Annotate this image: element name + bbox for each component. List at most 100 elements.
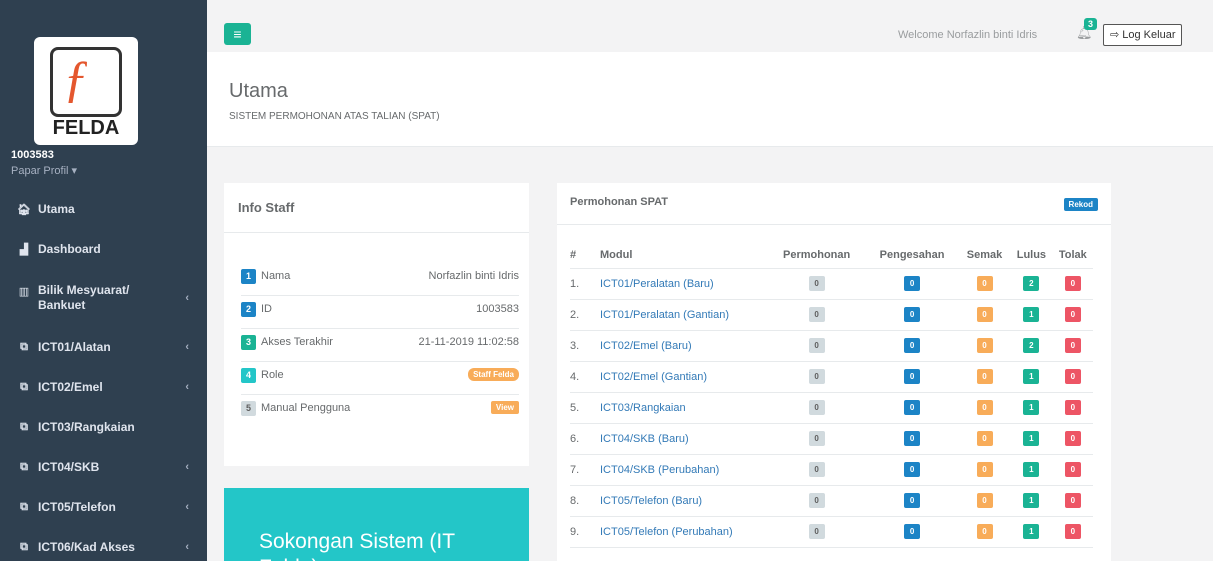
lulus-count: 2 bbox=[1023, 338, 1040, 353]
table-header-row: # Modul Permohonan Pengesahan Semak Lulu… bbox=[570, 243, 1093, 269]
menu-toggle-button[interactable]: ≡ bbox=[224, 23, 251, 45]
row-number: 7. bbox=[570, 454, 600, 486]
lulus-count: 1 bbox=[1023, 400, 1040, 415]
sidebar-nav: 🏠︎ Utama ▟ Dashboard ▥ Bilik Mesyuarat/ … bbox=[0, 189, 207, 561]
home-icon: 🏠︎ bbox=[17, 203, 31, 216]
clone-icon: ⧉ bbox=[20, 420, 28, 433]
column-header: Pengesahan bbox=[865, 243, 959, 269]
lulus-count: 1 bbox=[1023, 524, 1040, 539]
tolak-count: 0 bbox=[1064, 524, 1081, 539]
modul-link[interactable]: ICT03/Rangkaian bbox=[600, 392, 768, 424]
table-row: 9. ICT05/Telefon (Perubahan) 0 0 0 1 0 bbox=[570, 516, 1093, 548]
modul-link[interactable]: ICT01/Peralatan (Gantian) bbox=[600, 299, 768, 331]
tolak-count: 0 bbox=[1064, 369, 1081, 384]
semak-count: 0 bbox=[976, 524, 993, 539]
info-label: Akses Terakhir bbox=[261, 336, 333, 348]
rekod-button[interactable]: Rekod bbox=[1063, 198, 1098, 211]
building-icon: ▥ bbox=[18, 286, 30, 298]
semak-count: 0 bbox=[976, 307, 993, 322]
permohonan-count: 0 bbox=[808, 307, 825, 322]
spat-table: # Modul Permohonan Pengesahan Semak Lulu… bbox=[570, 243, 1093, 548]
chevron-left-icon: ‹ bbox=[185, 341, 189, 353]
permohonan-count: 0 bbox=[808, 338, 825, 353]
tolak-count: 0 bbox=[1064, 493, 1081, 508]
info-staff-title: Info Staff bbox=[224, 183, 529, 233]
modul-link[interactable]: ICT01/Peralatan (Baru) bbox=[600, 268, 768, 300]
table-row: 3. ICT02/Emel (Baru) 0 0 0 2 0 bbox=[570, 330, 1093, 362]
row-number-badge: 3 bbox=[241, 335, 256, 350]
info-row-id: 2 ID 1003583 bbox=[241, 296, 519, 329]
welcome-text: Welcome Norfazlin binti Idris bbox=[898, 29, 1038, 41]
sidebar-item-label: ICT04/SKB bbox=[38, 460, 100, 474]
lulus-count: 1 bbox=[1023, 431, 1040, 446]
pengesahan-count: 0 bbox=[904, 338, 921, 353]
column-header: Tolak bbox=[1052, 243, 1093, 269]
table-row: 8. ICT05/Telefon (Baru) 0 0 0 1 0 bbox=[570, 485, 1093, 517]
clone-icon: ⧉ bbox=[20, 540, 28, 553]
lulus-count: 1 bbox=[1023, 369, 1040, 384]
lulus-count: 1 bbox=[1023, 493, 1040, 508]
info-value: 21-11-2019 11:02:58 bbox=[418, 336, 519, 348]
pengesahan-count: 0 bbox=[904, 276, 921, 291]
info-row-manual: 5 Manual Pengguna View bbox=[241, 395, 519, 428]
lulus-count: 1 bbox=[1023, 462, 1040, 477]
pengesahan-count: 0 bbox=[904, 493, 921, 508]
sidebar-item-ict06[interactable]: ⧉ ICT06/Kad Akses ‹ bbox=[0, 527, 207, 561]
modul-link[interactable]: ICT05/Telefon (Baru) bbox=[600, 485, 768, 517]
logout-button[interactable]: ⇨ Log Keluar bbox=[1103, 24, 1183, 46]
sidebar-item-label: Dashboard bbox=[38, 242, 101, 256]
modul-link[interactable]: ICT04/SKB (Perubahan) bbox=[600, 454, 768, 486]
tolak-count: 0 bbox=[1064, 462, 1081, 477]
lulus-count: 1 bbox=[1023, 307, 1040, 322]
modul-link[interactable]: ICT02/Emel (Gantian) bbox=[600, 361, 768, 393]
view-manual-button[interactable]: View bbox=[490, 401, 519, 414]
sidebar-item-bilik-mesyuarat[interactable]: ▥ Bilik Mesyuarat/ Bankuet ‹ bbox=[0, 269, 207, 327]
pengesahan-count: 0 bbox=[904, 431, 921, 446]
clone-icon: ⧉ bbox=[20, 500, 28, 513]
row-number-badge: 4 bbox=[241, 368, 256, 383]
permohonan-count: 0 bbox=[808, 369, 825, 384]
page-subtitle: SISTEM PERMOHONAN ATAS TALIAN (SPAT) bbox=[229, 111, 440, 122]
table-row: 5. ICT03/Rangkaian 0 0 0 1 0 bbox=[570, 392, 1093, 424]
semak-count: 0 bbox=[976, 369, 993, 384]
sidebar-item-ict02[interactable]: ⧉ ICT02/Emel ‹ bbox=[0, 367, 207, 407]
modul-link[interactable]: ICT02/Emel (Baru) bbox=[600, 330, 768, 362]
chevron-left-icon: ‹ bbox=[185, 381, 189, 393]
sidebar-item-label: ICT01/Alatan bbox=[38, 340, 111, 354]
sidebar-item-dashboard[interactable]: ▟ Dashboard bbox=[0, 229, 207, 269]
info-staff-list: 1 Nama Norfazlin binti Idris 2 ID 100358… bbox=[241, 263, 519, 428]
felda-logo[interactable]: ƒ FELDA bbox=[34, 37, 138, 145]
sidebar: ƒ FELDA 1003583 Papar Profil ▾ 🏠︎ Utama … bbox=[0, 0, 207, 561]
sidebar-item-ict01[interactable]: ⧉ ICT01/Alatan ‹ bbox=[0, 327, 207, 367]
spat-panel: Permohonan SPAT Rekod # Modul Permohonan… bbox=[557, 183, 1111, 561]
sidebar-item-label: ICT05/Telefon bbox=[38, 500, 116, 514]
column-header: Lulus bbox=[1010, 243, 1053, 269]
sidebar-item-utama[interactable]: 🏠︎ Utama bbox=[0, 189, 207, 229]
modul-link[interactable]: ICT05/Telefon (Perubahan) bbox=[600, 516, 768, 548]
permohonan-count: 0 bbox=[808, 462, 825, 477]
profile-dropdown-link[interactable]: Papar Profil ▾ bbox=[11, 164, 77, 177]
row-number: 3. bbox=[570, 330, 600, 362]
info-value: 1003583 bbox=[476, 303, 519, 315]
page-title: Utama bbox=[229, 80, 288, 102]
modul-link[interactable]: ICT04/SKB (Baru) bbox=[600, 423, 768, 455]
sidebar-item-ict04[interactable]: ⧉ ICT04/SKB ‹ bbox=[0, 447, 207, 487]
info-label: Manual Pengguna bbox=[261, 402, 351, 414]
tolak-count: 0 bbox=[1064, 431, 1081, 446]
sidebar-item-ict05[interactable]: ⧉ ICT05/Telefon ‹ bbox=[0, 487, 207, 527]
sidebar-item-label: ICT02/Emel bbox=[38, 380, 103, 394]
row-number: 6. bbox=[570, 423, 600, 455]
permohonan-count: 0 bbox=[808, 493, 825, 508]
spat-title: Permohonan SPAT bbox=[570, 196, 668, 208]
row-number: 2. bbox=[570, 299, 600, 331]
semak-count: 0 bbox=[976, 400, 993, 415]
table-row: 4. ICT02/Emel (Gantian) 0 0 0 1 0 bbox=[570, 361, 1093, 393]
tolak-count: 0 bbox=[1064, 400, 1081, 415]
notification-count-badge: 3 bbox=[1084, 18, 1098, 30]
info-staff-panel: Info Staff 1 Nama Norfazlin binti Idris … bbox=[224, 183, 529, 466]
semak-count: 0 bbox=[976, 462, 993, 477]
info-row-akses-terakhir: 3 Akses Terakhir 21-11-2019 11:02:58 bbox=[241, 329, 519, 362]
pengesahan-count: 0 bbox=[904, 307, 921, 322]
sidebar-item-ict03[interactable]: ⧉ ICT03/Rangkaian bbox=[0, 407, 207, 447]
row-number: 8. bbox=[570, 485, 600, 517]
